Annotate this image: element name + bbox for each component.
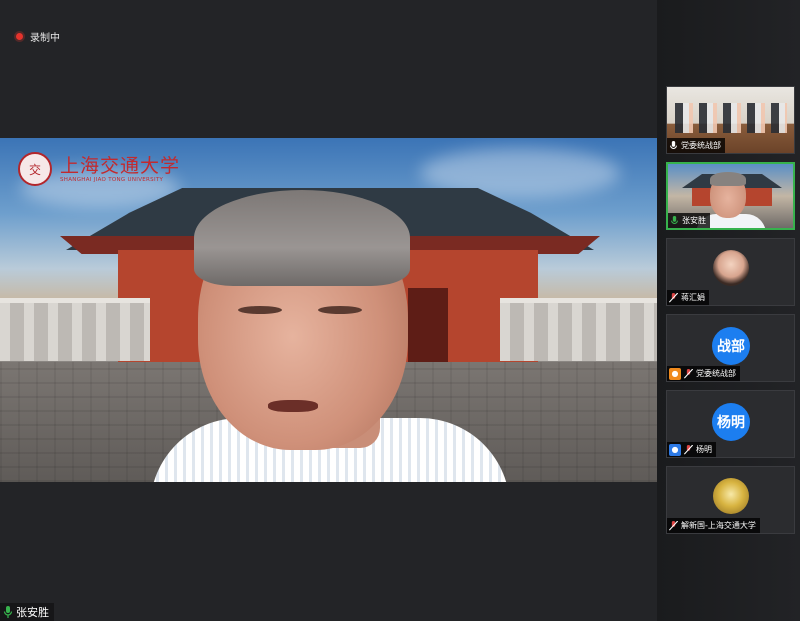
participant-label: ● 杨明	[667, 442, 716, 457]
mic-on-icon	[671, 215, 678, 224]
record-dot-icon	[16, 33, 23, 40]
avatar: 杨明	[712, 403, 750, 441]
hair	[194, 190, 410, 286]
eye	[238, 306, 282, 314]
participant-tile[interactable]: 杨明 ● 杨明	[666, 390, 795, 458]
participant-name: 张安胜	[682, 216, 706, 225]
railing	[0, 303, 150, 361]
logo-chinese: 上海交通大学	[60, 155, 181, 177]
recording-indicator[interactable]: 录制中	[16, 29, 60, 44]
participant-label: 张安胜	[668, 213, 710, 228]
participant-name: 杨明	[696, 445, 712, 454]
participant-tile[interactable]: 蒋汇娟	[666, 238, 795, 306]
mouth	[268, 400, 318, 412]
user-icon: ●	[669, 443, 681, 456]
speaker-video[interactable]: 交 上海交通大学 SHANGHAI JIAO TONG UNIVERSITY	[0, 138, 657, 482]
participant-label: 解新国-上海交通大学	[667, 518, 760, 533]
participant-name: 蒋汇娟	[681, 293, 705, 302]
speaker-name-tag: 张安胜	[0, 603, 54, 621]
mic-off-icon	[669, 292, 678, 303]
participant-tile[interactable]: 解新国-上海交通大学	[666, 466, 795, 534]
participant-name: 党委统战部	[681, 141, 721, 150]
participant-tile[interactable]: 党委统战部	[666, 86, 795, 154]
main-video-area: 录制中 交 上海交通大学 SHANGHAI JIAO TONG UNIVERSI…	[0, 0, 657, 621]
participant-name: 解新国-上海交通大学	[681, 521, 756, 530]
mic-on-icon	[3, 606, 13, 618]
mic-off-icon	[684, 444, 693, 455]
participant-label: ● 党委统战部	[667, 366, 740, 381]
recording-label: 录制中	[30, 33, 60, 44]
university-logo: 交 上海交通大学 SHANGHAI JIAO TONG UNIVERSITY	[18, 152, 180, 186]
participant-list[interactable]: 党委统战部 张安胜 蒋汇娟 战部 ● 党委统战部 杨明 ● 杨明 解新国-上海交…	[657, 0, 800, 621]
logo-english: SHANGHAI JIAO TONG UNIVERSITY	[60, 177, 164, 183]
participant-label: 党委统战部	[667, 138, 725, 153]
mic-off-icon	[669, 520, 678, 531]
participant-name: 党委统战部	[696, 369, 736, 378]
speaker-name: 张安胜	[16, 606, 49, 619]
avatar	[713, 250, 749, 286]
host-icon: ●	[669, 367, 681, 380]
railing	[500, 303, 657, 361]
avatar: 战部	[712, 327, 750, 365]
university-seal-icon: 交	[18, 152, 52, 186]
speaker-person	[150, 188, 510, 482]
avatar	[713, 478, 749, 514]
participant-tile-active[interactable]: 张安胜	[666, 162, 795, 230]
eye	[318, 306, 362, 314]
mic-on-icon	[670, 140, 677, 149]
participant-tile[interactable]: 战部 ● 党委统战部	[666, 314, 795, 382]
mic-off-icon	[684, 368, 693, 379]
participant-label: 蒋汇娟	[667, 290, 709, 305]
